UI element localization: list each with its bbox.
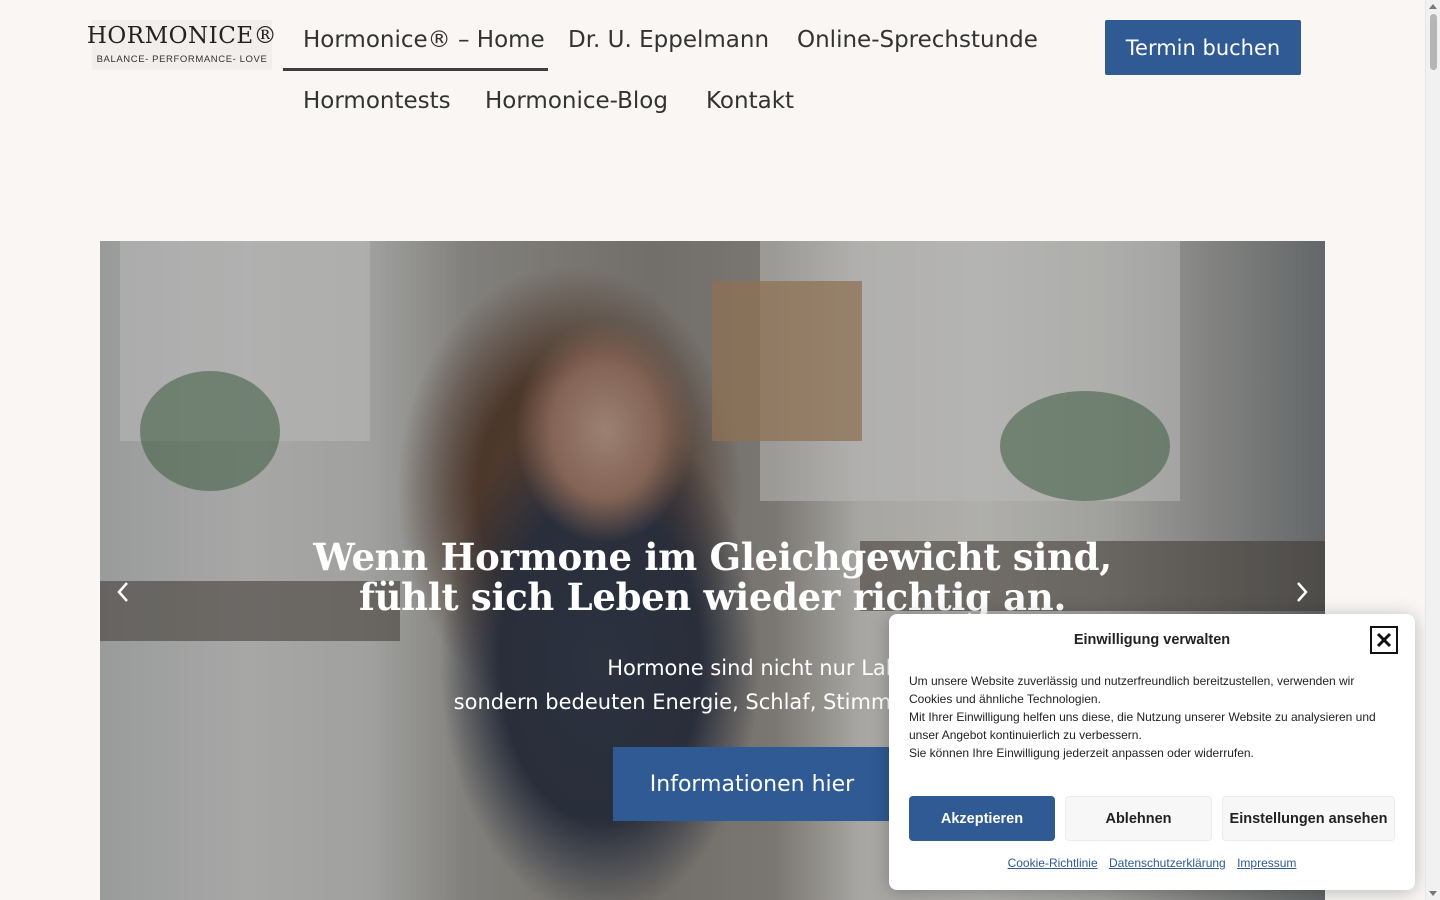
- hero-title-line-1: Wenn Hormone im Gleichgewicht sind,: [313, 535, 1112, 579]
- nav-item-kontakt[interactable]: Kontakt: [706, 90, 794, 113]
- cookie-text-line-3: Sie können Ihre Einwilligung jederzeit a…: [909, 746, 1254, 760]
- nav-item-home[interactable]: Hormonice® – Home: [303, 29, 545, 52]
- page-scrollbar[interactable]: [1425, 0, 1440, 900]
- hero-title: Wenn Hormone im Gleichgewicht sind, fühl…: [100, 537, 1325, 617]
- scroll-up-icon[interactable]: [1429, 4, 1437, 9]
- site-logo[interactable]: HORMONICE® BALANCE- PERFORMANCE- LOVE: [87, 20, 277, 70]
- privacy-policy-link[interactable]: Datenschutzerklärung: [1109, 856, 1226, 870]
- accept-cookies-button[interactable]: Akzeptieren: [909, 796, 1055, 841]
- cookie-policy-link[interactable]: Cookie-Richtlinie: [1008, 856, 1098, 870]
- cookie-dialog-links: Cookie-Richtlinie Datenschutzerklärung I…: [889, 856, 1415, 870]
- cookie-settings-button[interactable]: Einstellungen ansehen: [1222, 796, 1395, 841]
- nav-active-indicator: [283, 68, 548, 71]
- cookie-consent-dialog: Einwilligung verwalten Um unsere Website…: [889, 614, 1415, 890]
- scrollbar-thumb[interactable]: [1430, 14, 1437, 70]
- logo-name: HORMONICE®: [86, 23, 278, 49]
- logo-tagline: BALANCE- PERFORMANCE- LOVE: [96, 54, 268, 65]
- cookie-dialog-text: Um unsere Website zuverlässig und nutzer…: [909, 672, 1389, 762]
- deny-cookies-button[interactable]: Ablehnen: [1065, 796, 1212, 841]
- cookie-dialog-title: Einwilligung verwalten: [1073, 632, 1231, 648]
- cookie-text-line-1: Um unsere Website zuverlässig und nutzer…: [909, 674, 1355, 706]
- cookie-close-button[interactable]: [1370, 626, 1398, 654]
- book-appointment-button[interactable]: Termin buchen: [1105, 20, 1301, 75]
- nav-item-eppelmann[interactable]: Dr. U. Eppelmann: [568, 29, 769, 52]
- close-icon: [1376, 632, 1392, 648]
- nav-item-online-sprechstunde[interactable]: Online-Sprechstunde: [797, 29, 1038, 52]
- hero-title-line-2: fühlt sich Leben wieder richtig an.: [358, 575, 1067, 619]
- scroll-down-icon[interactable]: [1429, 891, 1437, 896]
- nav-item-hormontests[interactable]: Hormontests: [303, 90, 451, 113]
- more-info-button[interactable]: Informationen hier: [613, 747, 891, 821]
- nav-item-blog[interactable]: Hormonice-Blog: [485, 90, 668, 113]
- imprint-link[interactable]: Impressum: [1237, 856, 1296, 870]
- cookie-text-line-2: Mit Ihrer Einwilligung helfen uns diese,…: [909, 710, 1376, 742]
